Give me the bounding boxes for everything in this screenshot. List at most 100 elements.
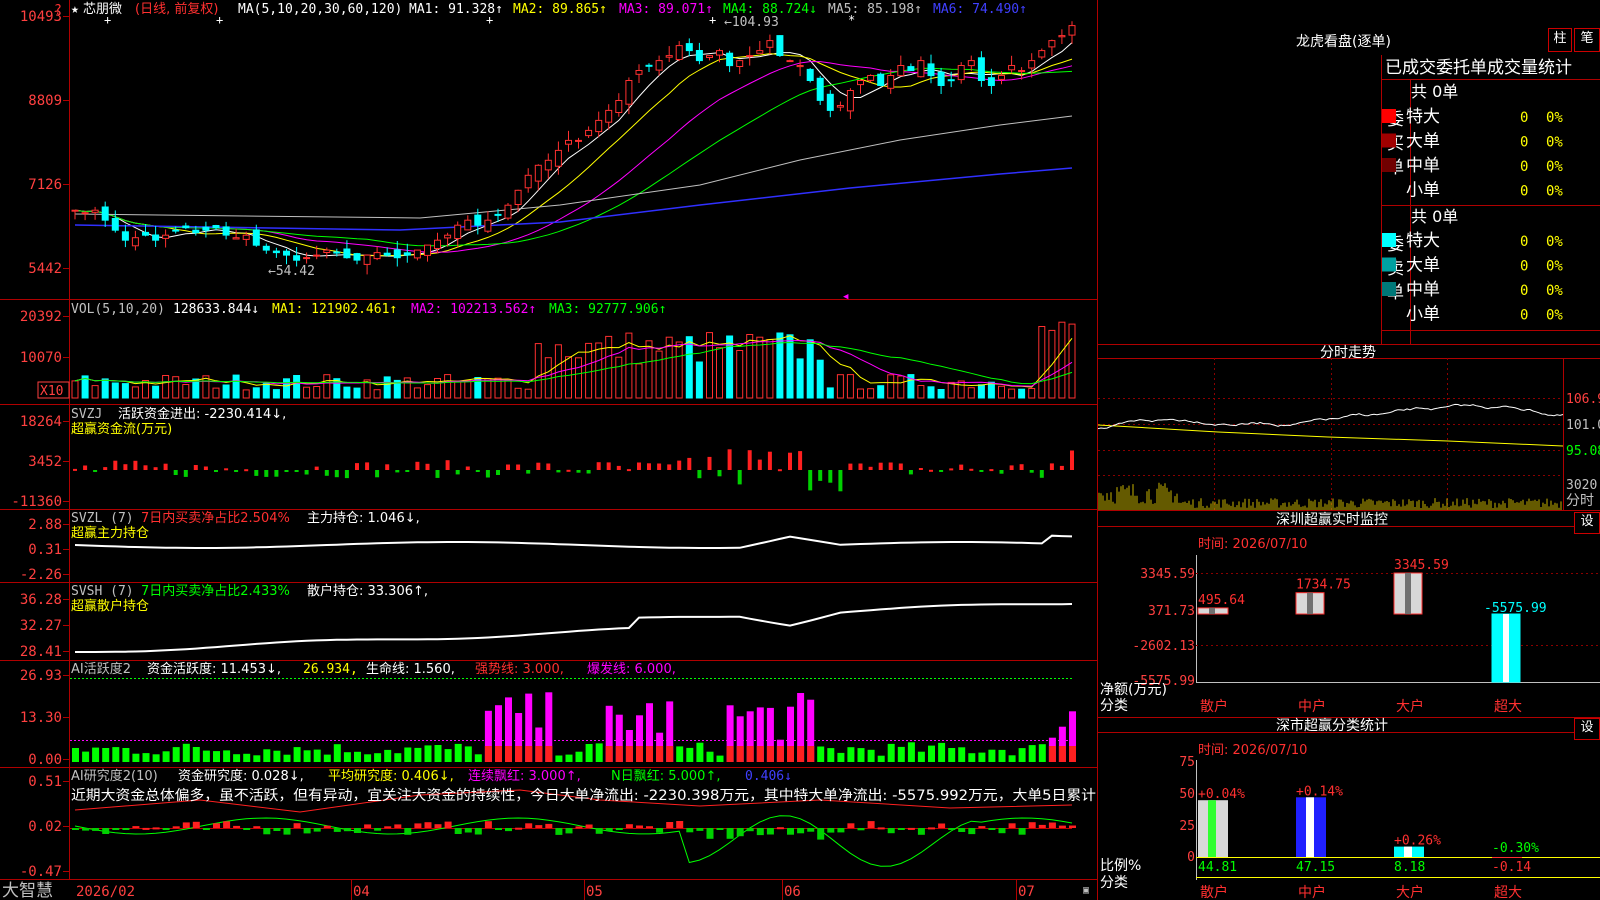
star-icon[interactable]: ★ (71, 2, 79, 17)
svzj-bar (284, 470, 289, 472)
vol-value: 128633.844↓ (173, 302, 259, 317)
volume-bar (957, 380, 965, 399)
candle-body (434, 239, 441, 249)
candle-body (1068, 25, 1076, 36)
ai-research-bar (867, 821, 875, 828)
ai-active-bar (172, 747, 180, 762)
candle-body (121, 231, 129, 241)
intraday-avg-line (1098, 424, 1564, 447)
ai-active-bar (555, 755, 563, 762)
candle-body (353, 253, 361, 261)
sz-monitor-settings-button[interactable]: 设 (1574, 512, 1600, 534)
sz-stats-category: 散户 (1200, 884, 1228, 900)
ai-active-bar (313, 749, 321, 762)
x-tick-2: 05 (586, 884, 603, 900)
ai-research-bar (354, 828, 361, 833)
ai-research-bar (625, 824, 633, 828)
ai-research-bar (756, 828, 764, 836)
svzj-bar (123, 464, 128, 470)
ai-active-bar (202, 750, 210, 762)
buy-row-count: 0 (1520, 184, 1528, 200)
sz-stats-bar-shade (1208, 800, 1216, 857)
candle-body (413, 249, 421, 259)
svzl-line (74, 534, 1073, 549)
chart-period[interactable]: (日线, 前复权) (135, 1, 218, 17)
buy-row-count: 0 (1520, 135, 1528, 151)
sell-row-name: 中单 (1406, 280, 1440, 300)
sell-row-pct: 0% (1546, 259, 1563, 275)
aiact-v4: 强势线: 3.000, (475, 661, 564, 677)
candle-body (323, 249, 331, 254)
price-tick-1: 8809 (28, 93, 62, 109)
volume-bar (283, 378, 290, 399)
ai-research-bar (273, 828, 281, 831)
candle-body (303, 257, 311, 260)
candle-body (81, 212, 89, 215)
svzj-bar (757, 459, 762, 470)
buy-row-name: 特大 (1406, 107, 1440, 127)
lock-icon[interactable]: ▣ (1083, 885, 1089, 896)
svzj-label: SVZJ (71, 407, 102, 422)
volume-bar (967, 387, 975, 399)
ai-active-bar (968, 753, 976, 762)
ma120-line (74, 167, 1073, 231)
sz-stats-settings-button[interactable]: 设 (1574, 718, 1600, 740)
ai-research-bar (384, 826, 392, 829)
chart-area[interactable]: 10493 8809 7126 5442 20392 10070 18264 3… (0, 0, 1098, 900)
svzj-bar (637, 462, 641, 470)
svzj-bar (93, 470, 98, 472)
x-tick-0: 2026/02 (76, 884, 135, 900)
candle-body (746, 55, 754, 58)
svzj-bar (113, 460, 118, 470)
ai-research-bar (917, 828, 925, 835)
sz-stats-title: 深市超赢分类统计 (1276, 717, 1388, 734)
volume-bar (293, 375, 301, 399)
ai-research-bar (333, 828, 341, 832)
ai-research-bar (505, 828, 512, 832)
ai-research-bar (857, 828, 865, 831)
svsh-line (75, 603, 1073, 653)
cross-marker-icon: + (486, 13, 493, 27)
ai-active-bar (92, 747, 100, 762)
ai-research-bar (948, 828, 956, 830)
candle-body (363, 254, 371, 265)
ai-active-bar (988, 749, 996, 762)
candle-body (625, 80, 633, 105)
svzj-bar (516, 464, 521, 470)
stock-title[interactable]: 芯朋微 (83, 2, 122, 17)
ai-active-bar (354, 751, 361, 762)
volume-bar (695, 361, 703, 399)
candle-body (232, 237, 240, 240)
intraday-tick-2: 95.08 (1566, 444, 1600, 459)
svzj-tick-2: -11360 (11, 494, 62, 510)
svzj-bar (999, 470, 1004, 474)
ai-research-bar (978, 826, 986, 829)
volume-bar (323, 374, 331, 399)
volume-bar (444, 374, 452, 399)
ai-research-bar (827, 828, 835, 833)
bar-mode-button[interactable]: 柱 (1548, 28, 1572, 52)
ai-research-bar (807, 828, 815, 832)
svzj-bar (858, 463, 863, 470)
volume-bar (685, 336, 693, 399)
ai-active-base (776, 746, 784, 762)
pen-mode-button[interactable]: 笔 (1574, 28, 1600, 52)
sz-stats-time: 时间: 2026/07/10 (1198, 743, 1307, 758)
ai-active-base (525, 746, 533, 762)
sz-stats-category: 大户 (1396, 884, 1424, 900)
candle-body (333, 251, 341, 254)
ai-research-bar (656, 828, 664, 833)
app-brand: 大智慧 (2, 881, 53, 900)
volume-bar (1068, 323, 1076, 399)
ai-research-bar (132, 826, 140, 829)
volume-bar (826, 387, 834, 399)
ai-research-bar (636, 825, 643, 828)
ai-active-base (545, 746, 553, 762)
volume-bar (413, 387, 421, 399)
sz-monitor-tick-0: 3345.59 (1140, 567, 1195, 582)
svzj-bar (143, 465, 148, 470)
volume-bar (605, 335, 613, 399)
svsh-label: SVSH (7) (71, 584, 134, 599)
sz-stats-xlabel: 分类 (1100, 875, 1128, 891)
volume-bar (786, 334, 794, 399)
